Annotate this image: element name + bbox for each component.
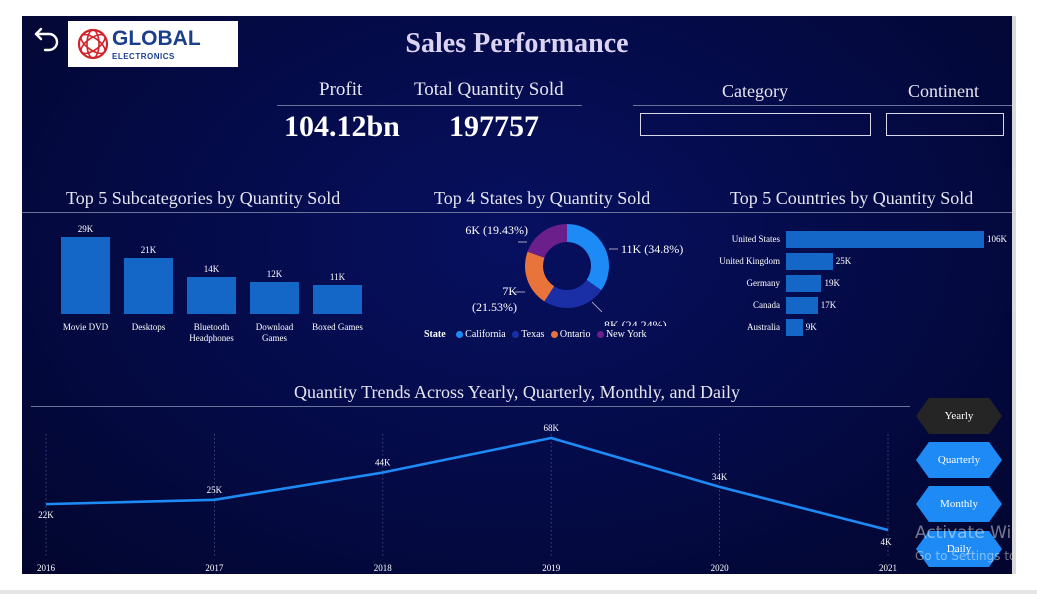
subcategory-axis-label-line: Games — [262, 333, 287, 343]
subcategories-chart-title: Top 5 Subcategories by Quantity Sold — [66, 188, 341, 208]
country-bar[interactable] — [786, 275, 822, 292]
states-donut-chart: 11K (34.8%) 8K (24.24%) 7K (21.53%) 6K (19.4… — [465, 223, 683, 326]
subcategory-bar[interactable] — [124, 258, 173, 314]
subcategory-axis-label-line: Boxed Games — [312, 322, 363, 332]
subcategory-axis-label: Desktops — [116, 322, 181, 333]
country-axis-label: Canada — [753, 300, 780, 310]
legend-title: State — [424, 329, 446, 340]
continent-dropdown[interactable] — [886, 113, 1004, 136]
legend-new-york[interactable]: New York — [606, 329, 647, 340]
country-data-label: 106K — [987, 234, 1007, 244]
trend-x-tick-label: 2019 — [542, 563, 561, 573]
country-axis-label: Australia — [747, 322, 780, 332]
continent-slicer-label: Continent — [908, 81, 979, 101]
legend-california[interactable]: California — [465, 329, 506, 340]
category-slicer-label: Category — [722, 81, 788, 101]
subcategory-axis-label: Download Games — [242, 322, 307, 344]
slicer-divider — [633, 105, 1012, 106]
subcategory-axis-label-line: Bluetooth — [193, 322, 230, 332]
country-axis-label: United States — [731, 234, 780, 244]
trend-chart-title: Quantity Trends Across Yearly, Quarterly… — [294, 382, 740, 402]
subcategory-bar[interactable] — [313, 284, 362, 314]
states-chart-title: Top 4 States by Quantity Sold — [434, 188, 651, 208]
trend-x-tick-label: 2018 — [374, 563, 393, 573]
states-legend: State California Texas Ontario New York — [424, 329, 647, 340]
quantity-trend-line-chart: 22K 2016 25K 2017 44K 2018 68K 2019 34K 2020 4K 202… — [37, 423, 897, 573]
trend-data-label: 4K — [881, 537, 893, 547]
donut-slice-new-york[interactable] — [527, 224, 567, 258]
profit-label: Profit — [319, 79, 363, 100]
subcategories-bar-chart: 29K Movie DVD 21K Desktops 14K Bluetooth Headp… — [52, 216, 372, 351]
subcategory-bar[interactable] — [61, 237, 110, 314]
yearly-button[interactable]: Yearly — [916, 398, 1002, 434]
country-bar[interactable] — [786, 231, 984, 248]
trend-x-tick-label: 2020 — [711, 563, 730, 573]
subcategory-data-label: 21K — [140, 245, 157, 256]
donut-slice-california[interactable] — [567, 224, 609, 291]
donut-data-label: 7K — [502, 284, 517, 298]
trend-data-label: 44K — [375, 458, 391, 468]
kpi-divider — [277, 105, 582, 106]
profit-value: 104.12bn — [284, 110, 400, 143]
trend-series-line[interactable] — [45, 436, 889, 532]
country-bar[interactable] — [786, 253, 833, 270]
window-edge-right — [1012, 16, 1016, 574]
country-bar[interactable] — [786, 319, 803, 336]
subcategory-bar[interactable] — [250, 282, 299, 314]
trend-data-label: 25K — [207, 485, 223, 495]
activate-windows-hint: Go to Settings to activate Windows. — [915, 549, 1012, 563]
country-bar[interactable] — [786, 297, 818, 314]
trend-data-label: 22K — [38, 510, 54, 520]
dashboard-canvas: GLOBAL ELECTRONICS Sales Performance Pro… — [22, 16, 1012, 574]
trend-x-tick-label: 2021 — [879, 563, 897, 573]
country-axis-label: United Kingdom — [719, 256, 780, 266]
subcategory-data-label: 12K — [266, 269, 283, 280]
page-title: Sales Performance — [405, 28, 629, 59]
subcategory-axis-label-line: Movie DVD — [62, 322, 109, 332]
subcategory-data-label: 29K — [77, 224, 94, 234]
trend-divider — [31, 406, 910, 407]
subcategory-axis-label: Boxed Games — [305, 322, 370, 333]
trend-data-label: 68K — [543, 423, 559, 433]
legend-ontario-swatch — [550, 331, 558, 339]
section-divider — [22, 212, 1012, 213]
monthly-button[interactable]: Monthly — [916, 486, 1002, 522]
activate-windows-watermark: Activate Windows — [915, 523, 1012, 543]
legend-texas[interactable]: Texas — [521, 329, 544, 340]
window-edge-bottom — [0, 590, 1037, 594]
legend-texas-swatch — [512, 331, 520, 339]
country-data-label: 9K — [805, 322, 817, 332]
subcategory-bar[interactable] — [187, 276, 236, 314]
donut-leader-line — [591, 301, 603, 313]
donut-data-label: (21.53%) — [472, 300, 517, 314]
subcategory-axis-label-line: Desktops — [131, 322, 166, 332]
quantity-value: 197757 — [449, 110, 539, 143]
donut-data-label: 6K (19.43%) — [465, 223, 528, 237]
subcategory-axis-label: Bluetooth Headphones — [179, 322, 244, 344]
subcategory-axis-label-line: Download — [255, 322, 294, 332]
country-data-label: 17K — [820, 300, 837, 310]
quarterly-button[interactable]: Quarterly — [916, 442, 1002, 478]
trend-data-label: 34K — [712, 472, 728, 482]
subcategory-data-label: 14K — [203, 263, 220, 274]
country-data-label: 19K — [824, 278, 840, 288]
quantity-label: Total Quantity Sold — [414, 79, 564, 100]
countries-bar-chart: United States 106K United Kingdom 25K German… — [702, 228, 1012, 343]
trend-x-tick-label: 2017 — [205, 563, 224, 573]
legend-california-swatch — [456, 331, 464, 339]
countries-chart-title: Top 5 Countries by Quantity Sold — [730, 188, 974, 208]
subcategory-axis-label: Movie DVD — [53, 322, 118, 333]
legend-ontario[interactable]: Ontario — [560, 329, 591, 340]
trend-x-tick-label: 2016 — [37, 563, 56, 573]
donut-data-label: 11K (34.8%) — [621, 242, 683, 256]
country-axis-label: Germany — [746, 278, 781, 288]
subcategory-data-label: 11K — [329, 271, 346, 282]
country-data-label: 25K — [835, 256, 852, 266]
donut-data-label: 8K (24.24%) — [604, 318, 667, 326]
legend-new-york-swatch — [596, 331, 604, 339]
category-dropdown[interactable] — [640, 113, 871, 136]
subcategory-axis-label-line: Headphones — [189, 333, 234, 343]
